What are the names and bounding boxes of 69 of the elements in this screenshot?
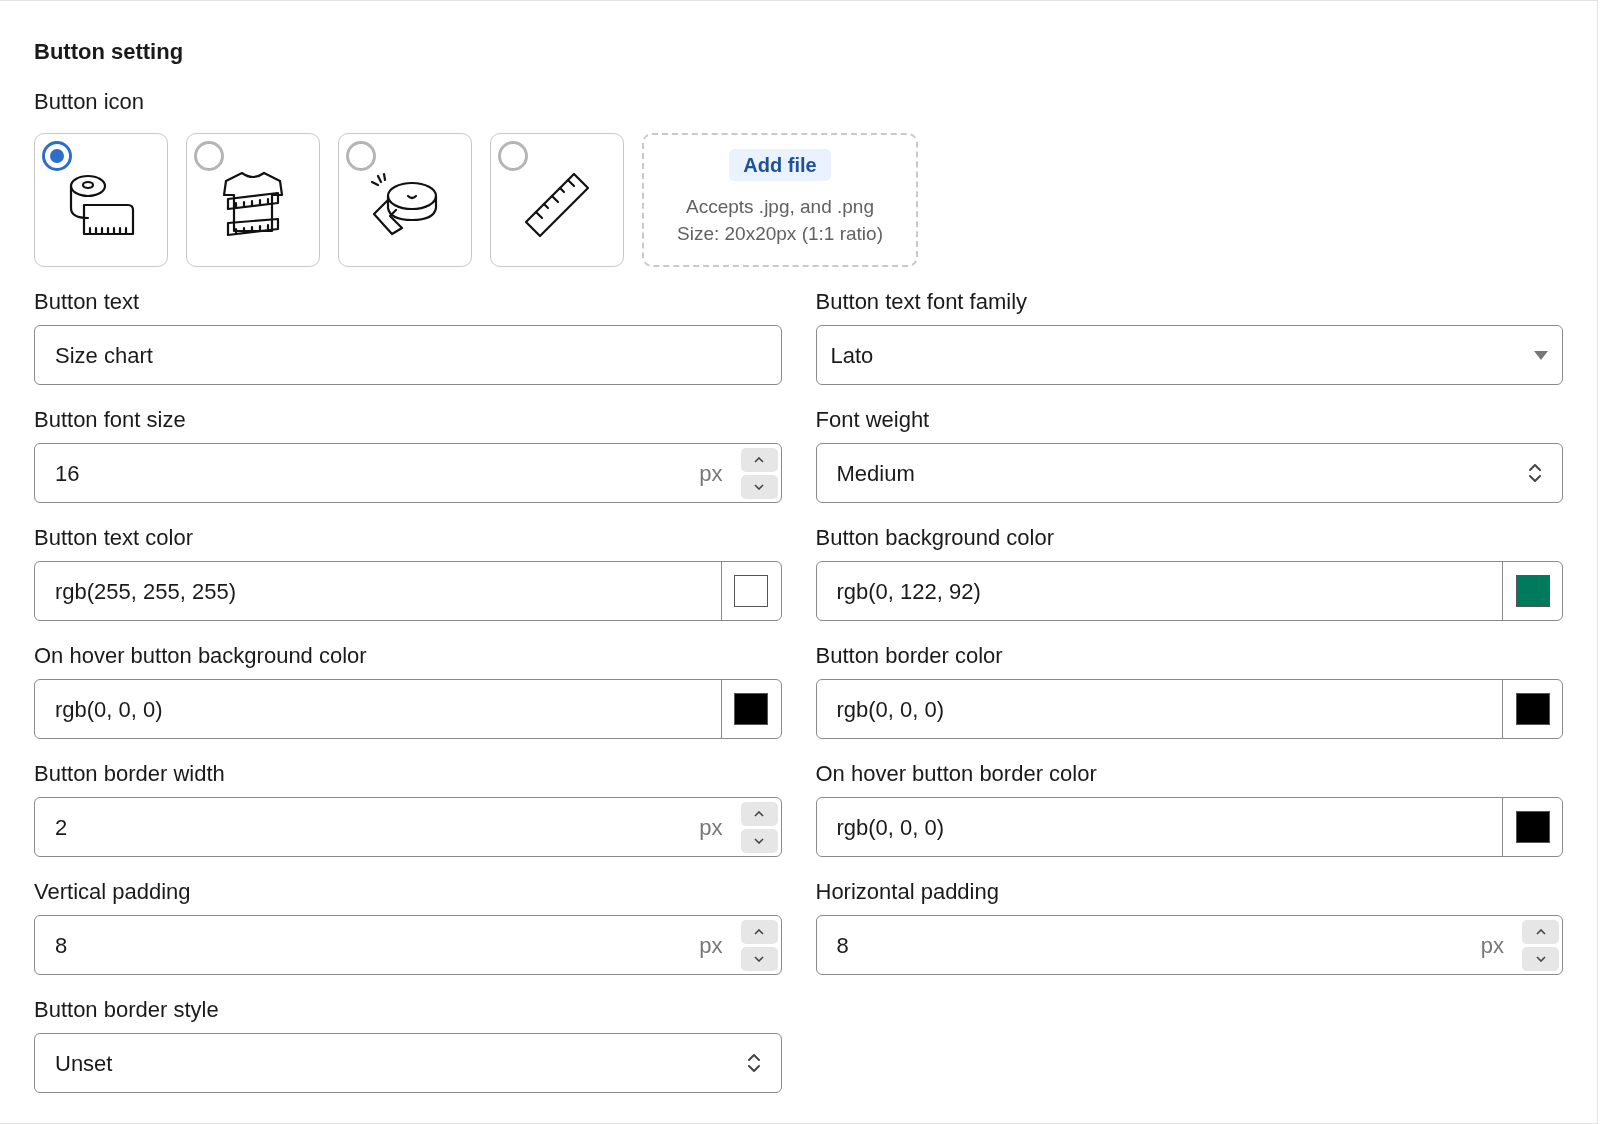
field-label: On hover button background color — [34, 643, 368, 669]
number-input[interactable]: 16 px — [34, 443, 782, 503]
icon-option[interactable] — [186, 133, 320, 267]
radio-button[interactable] — [498, 141, 528, 171]
field-label: Font weight — [815, 407, 931, 433]
chevron-up-icon — [754, 928, 764, 935]
color-swatch[interactable] — [734, 693, 768, 725]
color-input[interactable]: rgb(0, 0, 0) — [34, 679, 782, 739]
unit-suffix: px — [699, 459, 723, 488]
color-swatch[interactable] — [1515, 811, 1550, 843]
field-label: Button border style — [34, 997, 220, 1023]
up-down-chevron-icon — [1528, 462, 1542, 484]
text-input[interactable]: Size chart — [34, 325, 782, 385]
increment-button[interactable] — [1522, 919, 1559, 944]
color-swatch[interactable] — [1515, 575, 1550, 607]
chevron-down-icon — [754, 837, 764, 844]
file-drop-zone[interactable]: Add file Accepts .jpg, and .png Size: 20x20px (1:1 ratio) — [642, 133, 918, 267]
color-swatch[interactable] — [734, 575, 768, 607]
field-label: Button background color — [815, 525, 1055, 551]
radio-button[interactable] — [194, 141, 224, 171]
dropdown[interactable]: Lato — [815, 325, 1563, 385]
icon-option[interactable] — [338, 133, 472, 267]
add-file-button[interactable]: Add file — [729, 149, 831, 181]
number-input[interactable]: 2 px — [34, 797, 782, 857]
field-label: Button border color — [815, 643, 1004, 669]
decrement-button[interactable] — [740, 828, 778, 853]
field-label: On hover button border color — [815, 761, 1098, 787]
unit-suffix: px — [699, 813, 723, 842]
radio-button[interactable] — [42, 141, 72, 171]
chevron-up-icon — [1535, 928, 1546, 935]
chevron-up-icon — [754, 810, 764, 817]
field-label: Button text color — [34, 525, 194, 551]
chevron-down-icon — [754, 483, 764, 490]
decrement-button[interactable] — [740, 946, 778, 971]
chevron-down-icon — [754, 955, 764, 962]
unit-suffix: px — [699, 931, 723, 960]
color-input[interactable]: rgb(0, 122, 92) — [815, 561, 1563, 621]
icon-option[interactable] — [490, 133, 624, 267]
color-swatch[interactable] — [1515, 693, 1550, 725]
number-input[interactable]: 8 px — [34, 915, 782, 975]
upload-hint: Accepts .jpg, and .png — [686, 195, 874, 219]
field-label: Button border width — [34, 761, 226, 787]
increment-button[interactable] — [740, 447, 778, 472]
icon-option[interactable] — [34, 133, 168, 267]
field-label: Vertical padding — [34, 879, 192, 905]
field-label: Button icon — [34, 89, 146, 115]
field-label: Button text — [34, 289, 141, 315]
decrement-button[interactable] — [1522, 946, 1559, 971]
upload-hint: Size: 20x20px (1:1 ratio) — [677, 222, 883, 246]
color-input[interactable]: rgb(0, 0, 0) — [815, 679, 1563, 739]
radio-button[interactable] — [346, 141, 376, 171]
select-field[interactable]: Medium — [815, 443, 1563, 503]
select-field[interactable]: Unset — [34, 1033, 782, 1093]
field-label: Button font size — [34, 407, 187, 433]
field-label: Button text font family — [815, 289, 1029, 315]
section-title: Button setting — [34, 39, 185, 65]
decrement-button[interactable] — [740, 474, 778, 499]
color-input[interactable]: rgb(0, 0, 0) — [815, 797, 1563, 857]
field-label: Horizontal padding — [815, 879, 1000, 905]
dropdown-triangle-icon — [1534, 350, 1548, 360]
ruler-icon — [522, 170, 592, 240]
unit-suffix: px — [1480, 931, 1504, 960]
color-input[interactable]: rgb(255, 255, 255) — [34, 561, 782, 621]
number-input[interactable]: 8 px — [815, 915, 1563, 975]
up-down-chevron-icon — [746, 1052, 761, 1074]
increment-button[interactable] — [740, 919, 778, 944]
chevron-down-icon — [1535, 955, 1546, 962]
chevron-up-icon — [754, 456, 764, 463]
increment-button[interactable] — [740, 801, 778, 826]
